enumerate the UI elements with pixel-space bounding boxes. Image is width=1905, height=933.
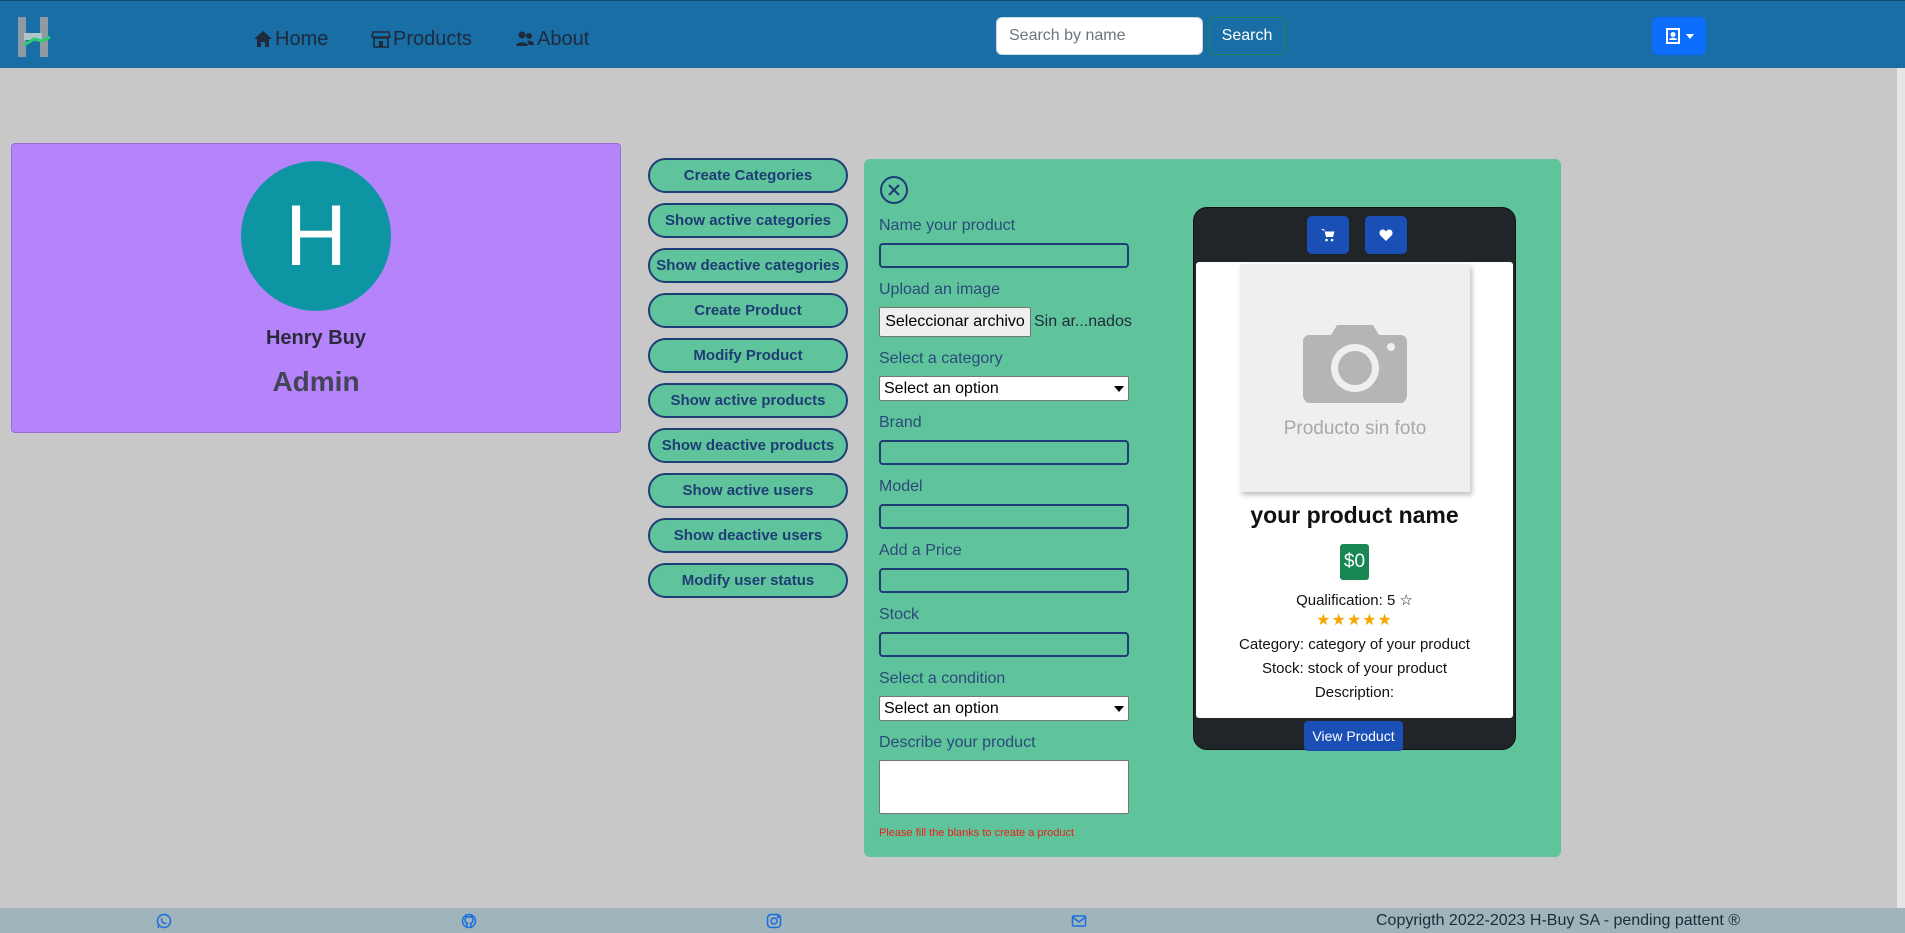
show-deactive-users-button[interactable]: Show deactive users bbox=[648, 518, 848, 553]
description-textarea[interactable] bbox=[879, 760, 1129, 814]
camera-icon bbox=[1303, 325, 1407, 403]
stock-label: Stock bbox=[879, 606, 920, 623]
model-input[interactable] bbox=[879, 504, 1129, 529]
category-label: Select a category bbox=[879, 350, 1003, 367]
file-select-button[interactable]: Seleccionar archivo bbox=[879, 307, 1031, 337]
preview-category: Category: category of your product bbox=[1239, 636, 1470, 653]
condition-label: Select a condition bbox=[879, 670, 1006, 687]
chevron-down-icon bbox=[1114, 385, 1124, 392]
category-select-value: Select an option bbox=[884, 379, 999, 397]
stock-input[interactable] bbox=[879, 632, 1129, 657]
view-product-button[interactable]: View Product bbox=[1304, 721, 1403, 751]
brand-label: Brand bbox=[879, 414, 922, 431]
favorite-button[interactable] bbox=[1365, 216, 1407, 254]
create-product-button[interactable]: Create Product bbox=[648, 293, 848, 328]
instagram-icon bbox=[766, 913, 782, 929]
show-deactive-products-button[interactable]: Show deactive products bbox=[648, 428, 848, 463]
github-link[interactable] bbox=[461, 913, 477, 929]
close-button[interactable] bbox=[880, 176, 908, 204]
preview-body: Producto sin foto your product name $0 Q… bbox=[1196, 262, 1513, 718]
contact-card-icon bbox=[1666, 28, 1680, 44]
form-error-message: Please fill the blanks to create a produ… bbox=[879, 827, 1075, 839]
preview-product-title: your product name bbox=[1250, 502, 1459, 528]
cart-icon bbox=[1321, 229, 1335, 242]
store-icon bbox=[371, 31, 391, 48]
close-icon bbox=[888, 184, 900, 196]
modify-user-status-button[interactable]: Modify user status bbox=[648, 563, 848, 598]
whatsapp-icon bbox=[156, 913, 172, 929]
whatsapp-link[interactable] bbox=[156, 913, 172, 929]
github-icon bbox=[461, 913, 477, 929]
nav-products[interactable]: Products bbox=[371, 25, 472, 53]
profile-card: H Henry Buy Admin bbox=[11, 143, 621, 433]
show-active-categories-button[interactable]: Show active categories bbox=[648, 203, 848, 238]
description-label: Describe your product bbox=[879, 734, 1036, 751]
preview-description: Description: bbox=[1314, 684, 1395, 701]
rating-stars: ★★★★★ bbox=[1316, 612, 1393, 629]
preview-stock: Stock: stock of your product bbox=[1261, 660, 1448, 677]
top-navbar: Home Products About Search bbox=[0, 0, 1905, 68]
nav-home-label: Home bbox=[275, 27, 329, 50]
show-deactive-categories-button[interactable]: Show deactive categories bbox=[648, 248, 848, 283]
show-active-products-button[interactable]: Show active products bbox=[648, 383, 848, 418]
nav-home[interactable]: Home bbox=[253, 25, 328, 53]
mail-link[interactable] bbox=[1071, 913, 1087, 929]
home-icon bbox=[254, 31, 272, 47]
profile-role: Admin bbox=[272, 366, 360, 397]
price-input[interactable] bbox=[879, 568, 1129, 593]
product-name-input[interactable] bbox=[879, 243, 1129, 268]
product-preview-card: Producto sin foto your product name $0 Q… bbox=[1193, 207, 1516, 751]
category-select[interactable]: Select an option bbox=[879, 376, 1129, 401]
add-to-cart-button[interactable] bbox=[1307, 216, 1349, 254]
create-categories-button[interactable]: Create Categories bbox=[648, 158, 848, 193]
search-button[interactable]: Search bbox=[1209, 17, 1285, 55]
search-input[interactable] bbox=[996, 17, 1203, 55]
price-badge: $0 bbox=[1340, 544, 1369, 580]
qualification-text: Qualification: 5 ☆ bbox=[1296, 592, 1413, 609]
heart-icon bbox=[1379, 229, 1393, 241]
product-name-label: Name your product bbox=[879, 217, 1016, 234]
product-image-placeholder: Producto sin foto bbox=[1240, 264, 1470, 492]
user-menu-dropdown[interactable] bbox=[1652, 17, 1706, 55]
brand-logo[interactable] bbox=[18, 17, 54, 57]
condition-select[interactable]: Select an option bbox=[879, 696, 1129, 721]
avatar: H bbox=[241, 161, 391, 311]
footer: Copyrigth 2022-2023 H-Buy SA - pending p… bbox=[0, 908, 1905, 933]
no-photo-text: Producto sin foto bbox=[1283, 418, 1427, 439]
users-icon bbox=[516, 31, 534, 46]
chevron-down-icon bbox=[1114, 705, 1124, 712]
create-product-panel: Name your product Upload an image Selecc… bbox=[864, 159, 1561, 857]
condition-select-value: Select an option bbox=[884, 699, 999, 717]
price-label: Add a Price bbox=[879, 542, 962, 559]
file-status: Sin ar...nados bbox=[1034, 313, 1132, 330]
brand-input[interactable] bbox=[879, 440, 1129, 465]
page-scrollbar[interactable] bbox=[1897, 68, 1905, 908]
show-active-users-button[interactable]: Show active users bbox=[648, 473, 848, 508]
chevron-down-icon bbox=[1686, 33, 1694, 39]
copyright-text: Copyrigth 2022-2023 H-Buy SA - pending p… bbox=[1376, 912, 1741, 929]
model-label: Model bbox=[879, 478, 923, 495]
instagram-link[interactable] bbox=[766, 913, 782, 929]
modify-product-button[interactable]: Modify Product bbox=[648, 338, 848, 373]
nav-about[interactable]: About bbox=[515, 25, 589, 53]
nav-about-label: About bbox=[537, 27, 590, 50]
image-upload-label: Upload an image bbox=[879, 281, 1000, 298]
mail-icon bbox=[1071, 915, 1087, 927]
nav-products-label: Products bbox=[393, 27, 472, 50]
profile-name: Henry Buy bbox=[265, 327, 367, 349]
